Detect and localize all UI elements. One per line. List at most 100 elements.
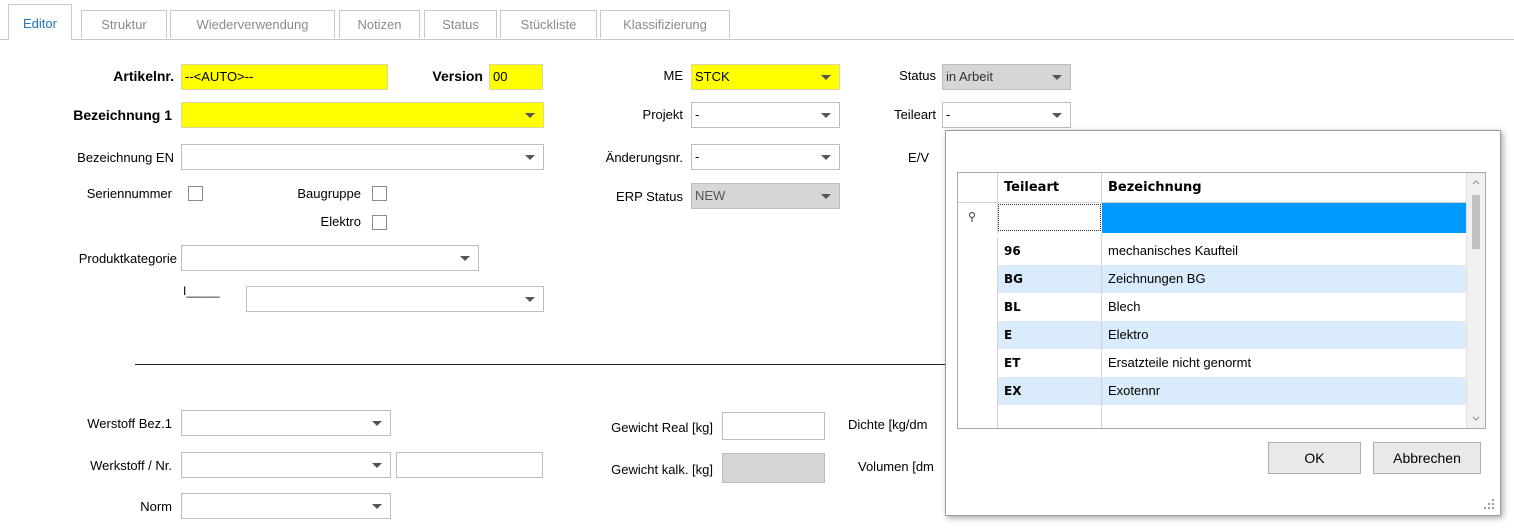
teileart-code: E: [1004, 328, 1013, 342]
row-indicator: [958, 321, 998, 349]
erp-status-label: ERP Status: [616, 189, 683, 204]
baugruppe-checkbox[interactable]: [372, 186, 387, 201]
cancel-button[interactable]: Abbrechen: [1373, 442, 1481, 474]
werkstoff-bez-label: Werstoff Bez.1: [87, 416, 172, 431]
filter-row: [958, 203, 1469, 233]
list-item-partial[interactable]: [958, 405, 1469, 428]
teileart-name: Elektro: [1108, 327, 1149, 342]
list-item[interactable]: EX Exotennr: [958, 377, 1469, 405]
chevron-down-icon: [1052, 75, 1062, 80]
column-header-teileart[interactable]: Teileart: [998, 173, 1102, 203]
aenderungsnr-combo[interactable]: -: [691, 144, 840, 170]
erp-status-value: NEW: [695, 188, 726, 203]
version-field[interactable]: 00: [489, 64, 543, 90]
teileart-code: BG: [1004, 272, 1023, 286]
baugruppe-label: Baugruppe: [297, 186, 361, 201]
row-indicator: [958, 237, 998, 265]
produktkategorie-combo[interactable]: [181, 245, 479, 271]
sub-marker-label: I_____: [183, 284, 220, 298]
gewicht-real-input[interactable]: [722, 412, 825, 440]
list-item[interactable]: E Elektro: [958, 321, 1469, 349]
gewicht-kalk-label: Gewicht kalk. [kg]: [611, 462, 713, 477]
chevron-down-icon[interactable]: [821, 75, 831, 80]
tab-wiederverwendung[interactable]: Wiederverwendung: [170, 10, 335, 38]
vertical-scrollbar[interactable]: [1466, 173, 1485, 428]
list-item[interactable]: BL Blech: [958, 293, 1469, 321]
teileart-name: Blech: [1108, 299, 1141, 314]
werkstoff-bez-combo[interactable]: [181, 410, 391, 436]
teileart-value: -: [946, 107, 951, 122]
werkstoff-nr-combo[interactable]: [181, 452, 391, 478]
row-indicator: [958, 265, 998, 293]
teileart-name: Zeichnungen BG: [1108, 271, 1206, 286]
row-indicator: [958, 377, 998, 405]
tab-notizen[interactable]: Notizen: [339, 10, 420, 38]
filter-input-teileart[interactable]: [998, 204, 1101, 231]
column-divider: [1101, 233, 1102, 428]
teileart-code: ET: [1004, 356, 1021, 370]
tab-struktur[interactable]: Struktur: [81, 10, 167, 38]
ok-button[interactable]: OK: [1268, 442, 1361, 474]
projekt-label: Projekt: [642, 107, 683, 122]
tab-stueckliste[interactable]: Stückliste: [500, 10, 597, 38]
tab-klassifizierung-label: Klassifizierung: [623, 17, 707, 32]
chevron-down-icon[interactable]: [1052, 113, 1062, 118]
tab-status[interactable]: Status: [424, 10, 497, 38]
chevron-down-icon[interactable]: [821, 155, 831, 160]
artikelnr-field[interactable]: --<AUTO>--: [181, 64, 388, 90]
tab-editor-label: Editor: [23, 16, 57, 31]
filter-input-bezeichnung[interactable]: [1102, 203, 1469, 233]
scroll-up-icon[interactable]: [1467, 175, 1485, 189]
gewicht-real-label: Gewicht Real [kg]: [611, 420, 713, 435]
bezeichnung1-combo[interactable]: [181, 102, 544, 128]
dichte-label: Dichte [kg/dm: [848, 417, 928, 432]
elektro-label: Elektro: [320, 214, 361, 229]
chevron-down-icon[interactable]: [525, 155, 535, 160]
teileart-combo[interactable]: -: [942, 102, 1071, 128]
list-item[interactable]: 96 mechanisches Kaufteil: [958, 237, 1469, 265]
status-label: Status: [899, 68, 936, 83]
list-item[interactable]: BG Zeichnungen BG: [958, 265, 1469, 293]
werkstoff-nr-label: Werkstoff / Nr.: [90, 458, 172, 473]
chevron-down-icon[interactable]: [525, 113, 535, 118]
tab-divider: [0, 39, 1514, 40]
row-indicator: [958, 293, 998, 321]
projekt-combo[interactable]: -: [691, 102, 840, 128]
list-item[interactable]: ET Ersatzteile nicht genormt: [958, 349, 1469, 377]
chevron-down-icon[interactable]: [460, 256, 470, 261]
resize-grip-icon[interactable]: [1482, 497, 1496, 511]
status-value: in Arbeit: [946, 69, 993, 84]
tab-wiederverwendung-label: Wiederverwendung: [196, 17, 309, 32]
chevron-down-icon[interactable]: [372, 421, 382, 426]
erp-status-combo: NEW: [691, 183, 840, 209]
sub-combo[interactable]: [246, 286, 544, 312]
chevron-down-icon[interactable]: [525, 297, 535, 302]
teileart-code: 96: [1004, 244, 1021, 258]
chevron-down-icon[interactable]: [821, 113, 831, 118]
tab-editor[interactable]: Editor: [8, 4, 72, 40]
teileart-code: BL: [1004, 300, 1021, 314]
seriennummer-label: Seriennummer: [86, 186, 172, 201]
projekt-value: -: [695, 107, 700, 122]
chevron-down-icon[interactable]: [372, 504, 382, 509]
scroll-thumb[interactable]: [1472, 195, 1480, 249]
tab-bar: Editor Struktur Wiederverwendung Notizen…: [0, 0, 1514, 40]
scroll-down-icon[interactable]: [1467, 412, 1485, 426]
werkstoff-nr-input[interactable]: [396, 452, 543, 478]
elektro-checkbox[interactable]: [372, 215, 387, 230]
version-label: Version: [432, 68, 483, 84]
aenderungsnr-label: Änderungsnr.: [605, 150, 683, 165]
seriennummer-checkbox[interactable]: [188, 186, 203, 201]
chevron-down-icon: [821, 194, 831, 199]
me-value: STCK: [695, 69, 730, 84]
column-header-bezeichnung[interactable]: Bezeichnung: [1102, 173, 1469, 203]
bezeichnung-en-combo[interactable]: [181, 144, 544, 170]
tab-notizen-label: Notizen: [357, 17, 402, 32]
teileart-name: mechanisches Kaufteil: [1108, 243, 1239, 258]
filter-row-indicator: [958, 203, 998, 233]
tab-klassifizierung[interactable]: Klassifizierung: [600, 10, 730, 38]
norm-combo[interactable]: [181, 493, 391, 519]
status-combo: in Arbeit: [942, 64, 1071, 90]
chevron-down-icon[interactable]: [372, 463, 382, 468]
me-combo[interactable]: STCK: [691, 64, 840, 90]
